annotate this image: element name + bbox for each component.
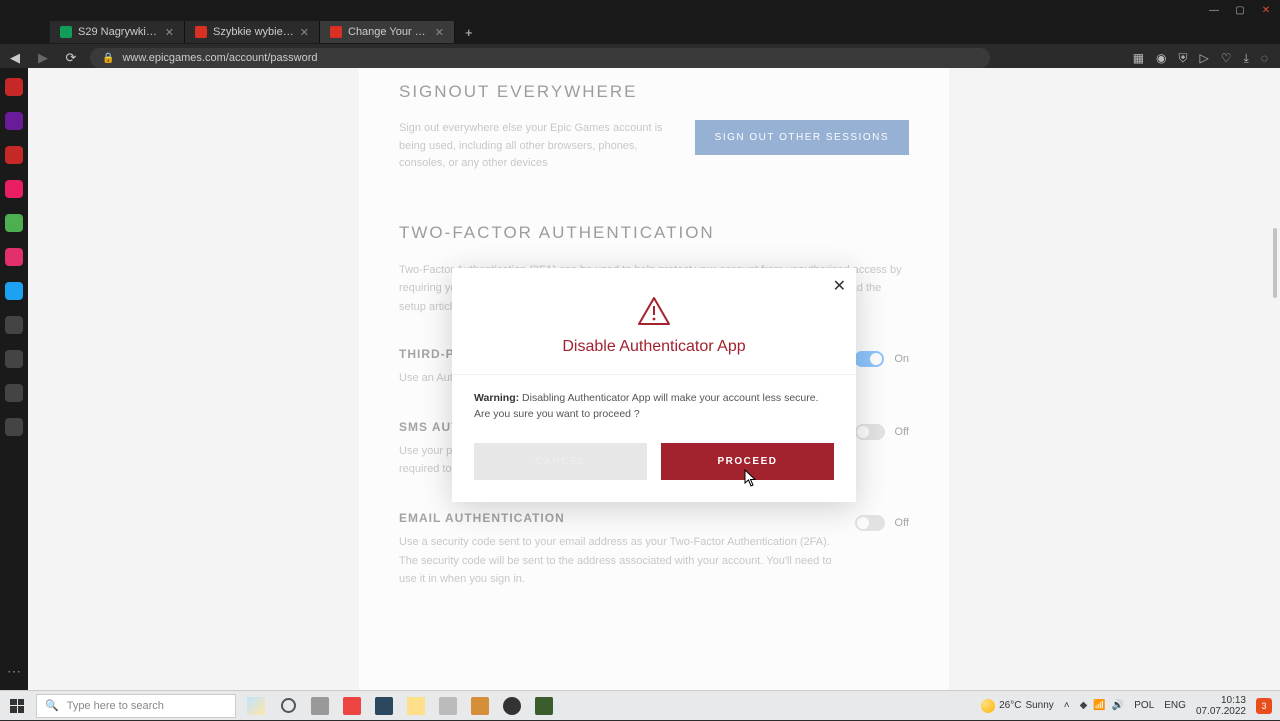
tab-favicon <box>195 26 207 38</box>
modal-body-text: Warning: Disabling Authenticator App wil… <box>452 375 856 443</box>
taskbar-app-weather[interactable] <box>240 691 272 721</box>
action-center-button[interactable]: 3 <box>1256 698 1272 714</box>
taskbar-app-obs[interactable] <box>496 691 528 721</box>
toolbar-actions: ▦ ◉ ⛨ ▷ ♡ ⤓ ◌ <box>1133 51 1274 66</box>
lang-indicator[interactable]: POL <box>1134 700 1154 711</box>
whatsapp-icon[interactable] <box>5 214 23 232</box>
taskbar-weather[interactable]: 26°C Sunny <box>981 699 1054 713</box>
keyboard-indicator[interactable]: ENG <box>1164 700 1186 711</box>
tab-close-icon[interactable]: ✕ <box>300 26 309 39</box>
instagram-icon[interactable] <box>5 248 23 266</box>
start-button[interactable] <box>0 691 34 721</box>
window-maximize-button[interactable]: ▢ <box>1230 2 1250 18</box>
taskbar-task-view[interactable] <box>304 691 336 721</box>
browser-tab[interactable]: Szybkie wybieranie ✕ <box>185 21 320 43</box>
new-tab-button[interactable]: + <box>455 25 483 40</box>
search-icon: 🔍 <box>45 699 59 712</box>
tray-chevron-up-icon[interactable]: ˄ <box>1064 700 1070 711</box>
sound-icon[interactable]: 🔊 <box>1112 700 1124 711</box>
sidebar-app-icon[interactable] <box>5 384 23 402</box>
sidebar-app-icon[interactable] <box>5 146 23 164</box>
wifi-icon[interactable]: 📶 <box>1093 700 1105 711</box>
sidebar-app-icon[interactable] <box>5 350 23 368</box>
taskbar-clock[interactable]: 10:13 07.07.2022 <box>1196 695 1246 717</box>
window-titlebar: — ▢ ✕ <box>0 0 1280 20</box>
heart-icon[interactable]: ♡ <box>1221 51 1232 66</box>
browser-tab-strip: S29 Nagrywki - Arkusze G… ✕ Szybkie wybi… <box>0 20 1280 44</box>
tab-label: Szybkie wybieranie <box>213 26 294 38</box>
url-text: www.epicgames.com/account/password <box>122 52 317 64</box>
taskbar-app-explorer[interactable] <box>400 691 432 721</box>
taskbar-app[interactable] <box>464 691 496 721</box>
address-bar[interactable]: 🔒 www.epicgames.com/account/password <box>90 48 990 68</box>
modal-close-button[interactable]: ✕ <box>833 276 846 296</box>
sidebar-app-icon[interactable] <box>5 112 23 130</box>
nav-reload-button[interactable]: ⟳ <box>62 50 80 66</box>
camera-icon[interactable]: ◉ <box>1156 51 1166 66</box>
window-close-button[interactable]: ✕ <box>1256 2 1276 18</box>
taskbar-search-input[interactable]: 🔍 Type here to search <box>36 694 236 718</box>
sidebar-app-icon[interactable] <box>5 78 23 96</box>
lock-icon: 🔒 <box>102 53 114 64</box>
tab-favicon <box>60 26 72 38</box>
messenger-icon[interactable] <box>5 180 23 198</box>
tab-close-icon[interactable]: ✕ <box>435 26 444 39</box>
taskbar-app[interactable] <box>432 691 464 721</box>
warning-icon <box>637 296 671 326</box>
window-minimize-button[interactable]: — <box>1204 2 1224 18</box>
tray-icon[interactable]: ◆ <box>1080 700 1088 711</box>
more-icon[interactable]: ⋯ <box>7 663 21 680</box>
proceed-button[interactable]: PROCEED <box>661 443 834 480</box>
qr-icon[interactable]: ▦ <box>1133 51 1144 66</box>
sidebar-app-icon[interactable] <box>5 316 23 334</box>
windows-logo-icon <box>10 699 24 713</box>
scrollbar-thumb[interactable] <box>1273 228 1277 298</box>
shield-icon[interactable]: ⛨ <box>1179 51 1188 66</box>
cancel-button[interactable]: CANCEL <box>474 443 647 480</box>
twitter-icon[interactable] <box>5 282 23 300</box>
disable-authenticator-modal: ✕ Disable Authenticator App Warning: Dis… <box>452 268 856 502</box>
profile-icon[interactable]: ◌ <box>1261 51 1268 66</box>
taskbar-app-opera[interactable] <box>336 691 368 721</box>
sidebar-app-icon[interactable] <box>5 418 23 436</box>
taskbar-app[interactable] <box>528 691 560 721</box>
tab-label: Change Your Password <box>348 26 429 38</box>
system-tray[interactable]: ◆ 📶 🔊 <box>1080 700 1125 711</box>
browser-tab-active[interactable]: Change Your Password ✕ <box>320 21 455 43</box>
download-icon[interactable]: ⤓ <box>1244 51 1249 66</box>
taskbar-app-steam[interactable] <box>368 691 400 721</box>
opera-sidebar: ⋯ <box>0 68 28 690</box>
play-icon[interactable]: ▷ <box>1200 51 1209 66</box>
sun-icon <box>981 699 995 713</box>
modal-title: Disable Authenticator App <box>452 338 856 356</box>
taskbar-app-cortana[interactable] <box>272 691 304 721</box>
nav-forward-button[interactable]: ▶ <box>34 50 52 66</box>
tab-close-icon[interactable]: ✕ <box>165 26 174 39</box>
search-placeholder: Type here to search <box>67 700 164 712</box>
tab-favicon <box>330 26 342 38</box>
nav-back-button[interactable]: ◀ <box>6 50 24 66</box>
windows-taskbar: 🔍 Type here to search 26°C Sunny ˄ ◆ 📶 🔊… <box>0 690 1280 720</box>
tab-label: S29 Nagrywki - Arkusze G… <box>78 26 159 38</box>
browser-tab[interactable]: S29 Nagrywki - Arkusze G… ✕ <box>50 21 185 43</box>
